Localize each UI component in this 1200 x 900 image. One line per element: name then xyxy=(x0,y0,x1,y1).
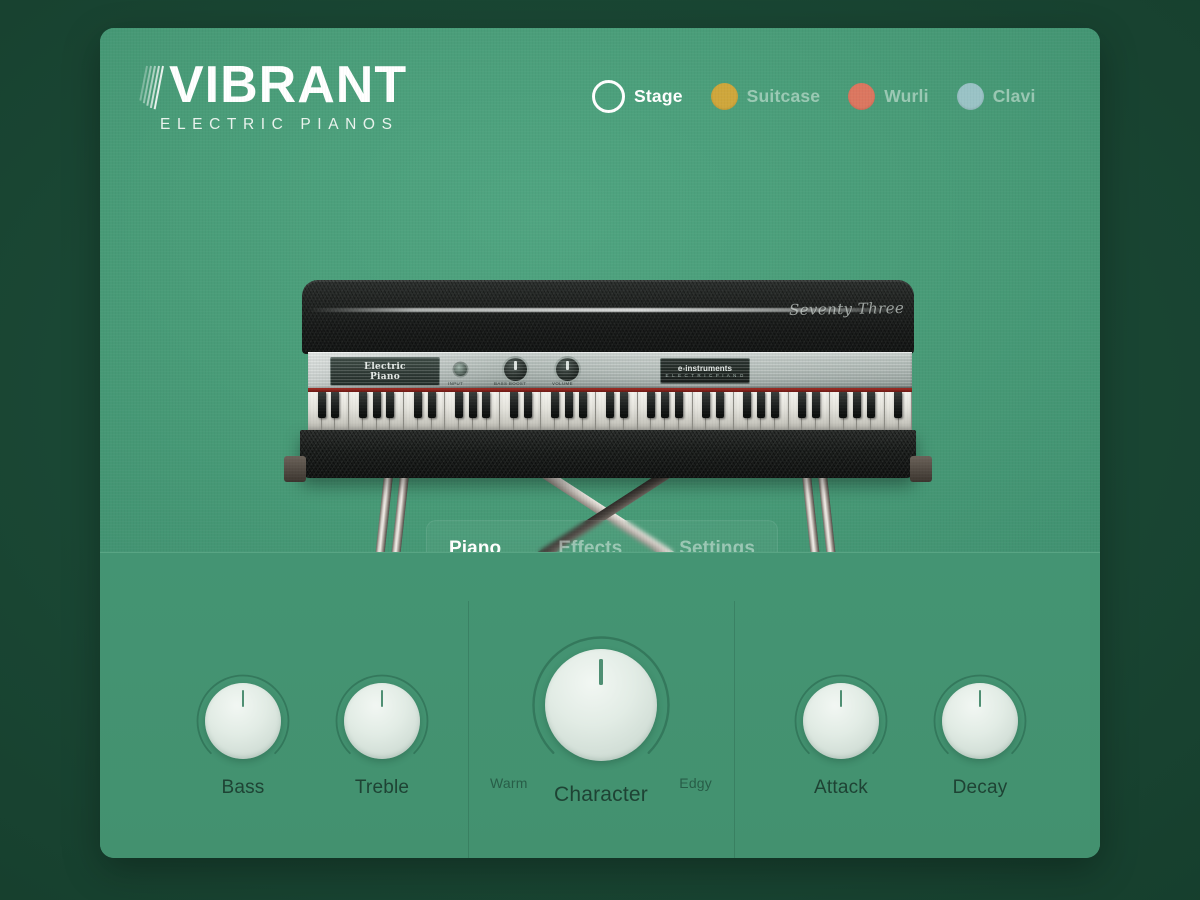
knob-character-max-label: Edgy xyxy=(679,775,712,791)
piano-black-key xyxy=(894,392,903,418)
piano-black-key xyxy=(798,392,807,418)
vibrate-mark-icon xyxy=(139,60,170,112)
instrument-illustration: Seventy Three Electric Piano INPUT BASS … xyxy=(278,256,938,552)
brand-tagline: ELECTRIC PIANOS xyxy=(160,116,399,133)
preset-suitcase[interactable]: Suitcase xyxy=(710,83,821,110)
piano-black-key xyxy=(358,392,367,418)
tab-settings[interactable]: Settings xyxy=(679,538,755,553)
knob-cell-attack: Attack xyxy=(761,673,921,799)
brand-logo: VIBRANT ELECTRIC PIANOS xyxy=(139,56,408,134)
piano-black-key xyxy=(660,392,669,418)
piano-black-key xyxy=(811,392,820,418)
piano-black-key xyxy=(702,392,711,418)
piano-black-key xyxy=(578,392,587,418)
piano-black-key xyxy=(619,392,628,418)
manufacturer-badge-sub: E L E C T R I C P I A N O xyxy=(665,373,745,378)
instrument-volume-knob xyxy=(556,358,579,381)
instrument-model-script: Seventy Three xyxy=(788,298,905,320)
piano-black-key xyxy=(427,392,436,418)
piano-black-key xyxy=(715,392,724,418)
knob-treble-label: Treble xyxy=(354,777,410,798)
instrument-nameplate: Electric Piano xyxy=(330,357,440,386)
preset-selector: Stage Suitcase Wurli Clavi xyxy=(592,80,1036,113)
knob-character[interactable] xyxy=(531,635,671,775)
preset-stage-label: Stage xyxy=(634,86,683,106)
knob-indicator xyxy=(978,689,982,708)
tab-piano[interactable]: Piano xyxy=(449,538,501,553)
manufacturer-badge: e-instruments E L E C T R I C P I A N O xyxy=(660,358,750,384)
instrument-foot-right xyxy=(910,456,932,482)
piano-black-key xyxy=(482,392,491,418)
preset-stage[interactable]: Stage xyxy=(592,80,683,113)
jack-micro-label: INPUT xyxy=(448,381,464,386)
piano-black-key xyxy=(674,392,683,418)
piano-black-key xyxy=(866,392,875,418)
piano-black-key xyxy=(551,392,560,418)
plugin-window: VIBRANT ELECTRIC PIANOS Stage Suitcase W… xyxy=(100,28,1100,858)
knob-indicator xyxy=(599,659,603,685)
knob-indicator xyxy=(839,689,843,708)
black-keys xyxy=(308,392,912,418)
knob-attack[interactable] xyxy=(793,673,889,769)
knob-cell-character: Character Warm Edgy xyxy=(490,635,712,807)
piano-black-key xyxy=(853,392,862,418)
piano-black-key xyxy=(743,392,752,418)
piano-black-key xyxy=(317,392,326,418)
instrument-keybed xyxy=(308,388,912,432)
instrument-control-rail: Electric Piano INPUT BASS BOOST VOLUME e… xyxy=(308,352,912,388)
knob-bass[interactable] xyxy=(195,673,291,769)
instrument-body xyxy=(300,430,916,478)
knob-decay[interactable] xyxy=(932,673,1028,769)
nameplate-line-1: Electric xyxy=(364,361,406,372)
piano-black-key xyxy=(839,392,848,418)
piano-black-key xyxy=(413,392,422,418)
volume-micro-label: VOLUME xyxy=(552,381,573,386)
piano-black-key xyxy=(606,392,614,418)
hero-section: VIBRANT ELECTRIC PIANOS Stage Suitcase W… xyxy=(100,28,1100,552)
preset-wurli-label: Wurli xyxy=(884,86,929,106)
instrument-foot-left xyxy=(284,456,306,482)
tab-effects[interactable]: Effects xyxy=(558,538,622,553)
bass-boost-micro-label: BASS BOOST xyxy=(494,381,527,386)
piano-black-key xyxy=(523,392,532,418)
instrument-input-jack-icon xyxy=(454,363,467,376)
piano-black-key xyxy=(386,392,395,418)
instrument-bass-boost-knob xyxy=(504,358,527,381)
preset-wurli-indicator-icon xyxy=(848,83,876,110)
piano-black-key xyxy=(372,392,381,418)
piano-black-key xyxy=(331,392,340,418)
manufacturer-badge-name: e-instruments xyxy=(677,364,733,373)
preset-clavi-indicator-icon xyxy=(956,83,984,110)
knob-indicator xyxy=(380,689,384,708)
preset-wurli[interactable]: Wurli xyxy=(848,83,928,110)
knob-cell-treble: Treble xyxy=(302,673,462,799)
knob-treble[interactable] xyxy=(334,673,430,769)
nameplate-line-2: Piano xyxy=(369,371,401,382)
desktop-background: VIBRANT ELECTRIC PIANOS Stage Suitcase W… xyxy=(0,0,1200,900)
preset-clavi[interactable]: Clavi xyxy=(956,83,1036,110)
knob-cell-bass: Bass xyxy=(163,673,323,799)
piano-black-key xyxy=(647,392,656,418)
preset-suitcase-indicator-icon xyxy=(710,83,738,110)
preset-suitcase-label: Suitcase xyxy=(746,86,821,106)
piano-black-key xyxy=(770,392,779,418)
preset-clavi-label: Clavi xyxy=(992,86,1036,106)
knob-decay-label: Decay xyxy=(952,777,1008,798)
piano-black-key xyxy=(757,392,765,418)
knob-indicator xyxy=(241,689,245,708)
knob-cell-decay: Decay xyxy=(900,673,1060,799)
knob-row: Bass Treble Character Warm Edgy Attack D… xyxy=(100,553,1100,858)
tab-bar: Piano Effects Settings xyxy=(426,520,778,552)
controls-panel: Bass Treble Character Warm Edgy Attack D… xyxy=(100,553,1100,858)
piano-black-key xyxy=(509,392,518,418)
brand-name: VIBRANT xyxy=(169,56,408,114)
preset-stage-indicator-icon xyxy=(592,80,625,113)
piano-black-key xyxy=(455,392,463,418)
piano-black-key xyxy=(468,392,477,418)
knob-character-min-label: Warm xyxy=(490,775,528,791)
knob-bass-label: Bass xyxy=(221,777,265,798)
knob-attack-label: Attack xyxy=(814,777,868,798)
piano-black-key xyxy=(564,392,573,418)
